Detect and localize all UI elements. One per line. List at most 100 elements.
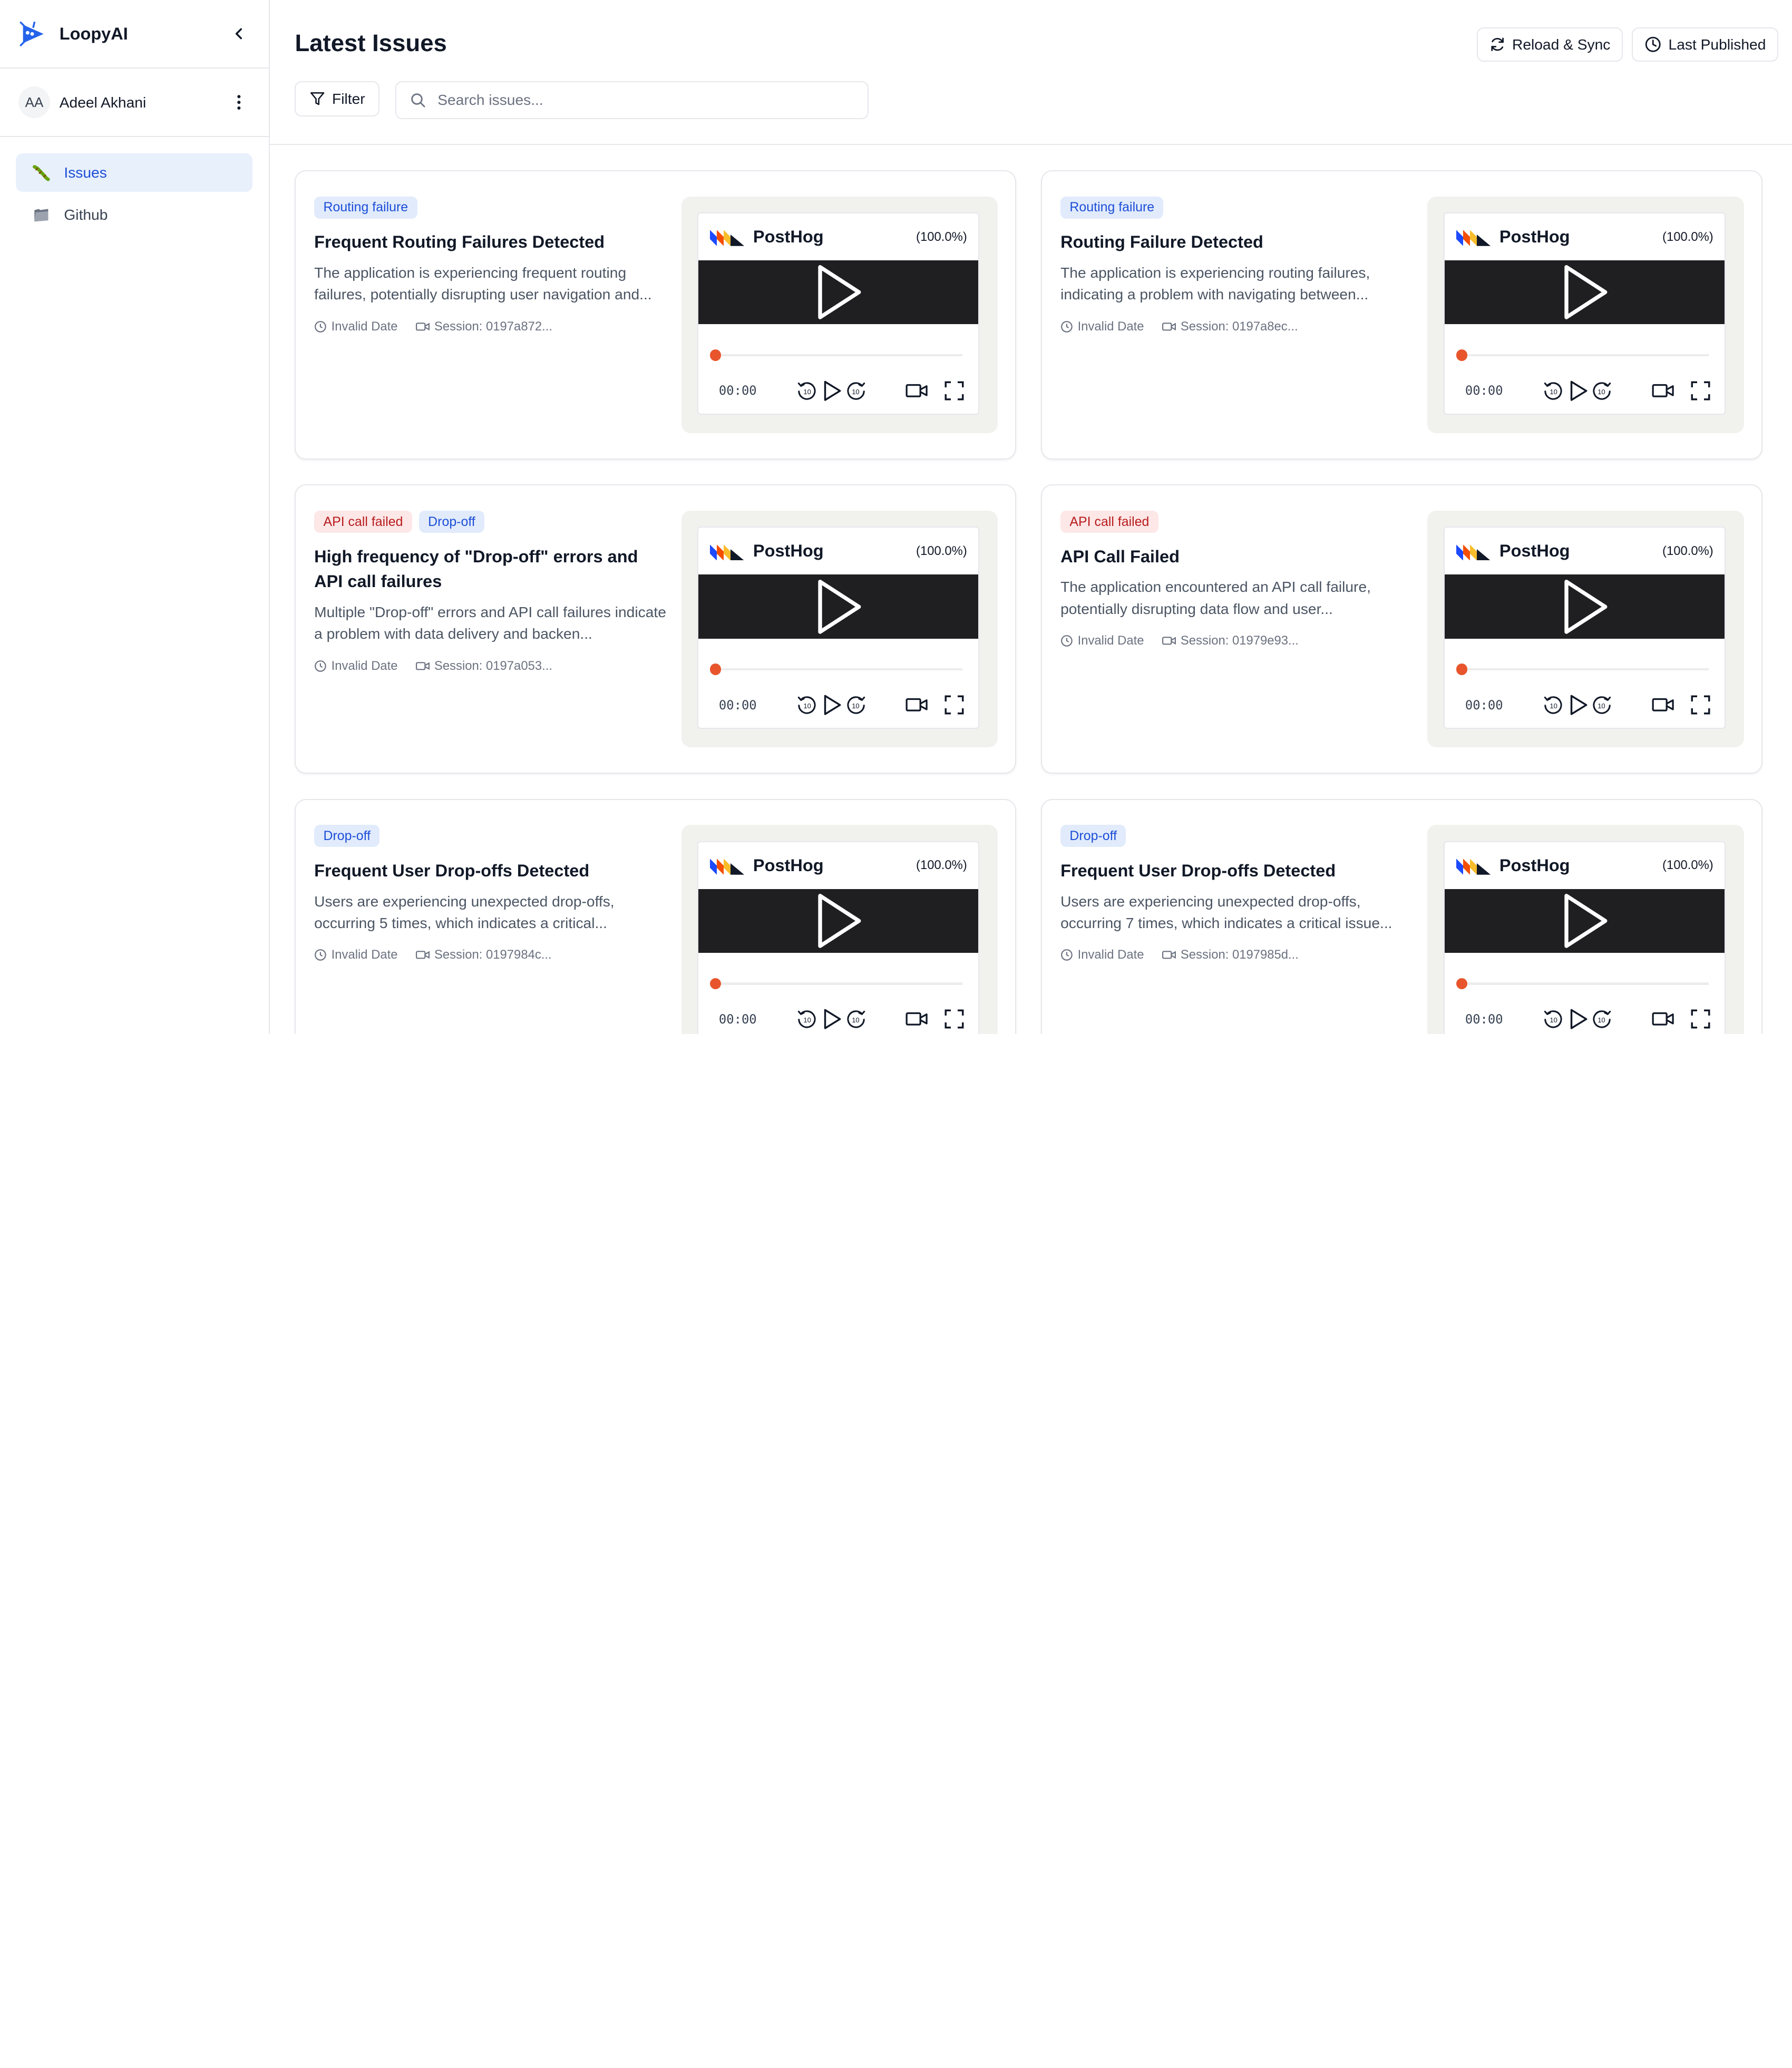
- svg-text:10: 10: [852, 1016, 859, 1024]
- player-seek-handle[interactable]: [709, 664, 722, 676]
- player-screen[interactable]: [698, 260, 979, 325]
- forward-10-button[interactable]: 10: [1592, 381, 1612, 401]
- issue-description: Multiple "Drop-off" errors and API call …: [314, 603, 666, 642]
- sidebar-item-issues[interactable]: Issues: [16, 153, 253, 192]
- camera-button[interactable]: [905, 1010, 928, 1028]
- sidebar-nav: Issues Github: [0, 137, 269, 253]
- collapse-sidebar-button[interactable]: [228, 22, 250, 45]
- rewind-10-button[interactable]: 10: [796, 381, 817, 401]
- play-button[interactable]: [1568, 1008, 1589, 1030]
- issue-title[interactable]: Frequent User Drop-offs Detected: [1060, 859, 1415, 884]
- fullscreen-button[interactable]: [944, 381, 965, 401]
- fullscreen-button[interactable]: [944, 695, 965, 715]
- issue-tag[interactable]: API call failed: [1060, 511, 1158, 533]
- player-screen[interactable]: [1444, 889, 1725, 953]
- rewind-10-button[interactable]: 10: [1543, 1009, 1563, 1029]
- play-button[interactable]: [1568, 694, 1589, 716]
- player-seekbar[interactable]: [1456, 349, 1709, 361]
- issue-title[interactable]: High frequency of "Drop-off" errors and …: [314, 544, 668, 594]
- forward-10-button[interactable]: 10: [846, 1009, 866, 1029]
- video-icon: [416, 322, 430, 331]
- player-screen[interactable]: [698, 574, 979, 639]
- camera-button[interactable]: [1652, 382, 1674, 400]
- player-controls: 00:00 10 10: [719, 378, 965, 403]
- user-menu-button[interactable]: [228, 91, 250, 113]
- player-seek-handle[interactable]: [1456, 664, 1468, 676]
- issue-session-text: Session: 0197a053...: [434, 658, 552, 673]
- play-button[interactable]: [1568, 379, 1589, 402]
- fullscreen-button[interactable]: [1690, 381, 1711, 401]
- issue-tag[interactable]: Drop-off: [314, 825, 380, 847]
- fullscreen-button[interactable]: [1690, 1009, 1711, 1029]
- issue-card[interactable]: API call failed Drop-off High frequency o…: [295, 484, 1016, 774]
- player-seek-handle[interactable]: [1456, 349, 1468, 361]
- issue-tag[interactable]: Routing failure: [314, 196, 417, 219]
- issue-card[interactable]: Routing failure Frequent Routing Failure…: [295, 170, 1016, 460]
- fullscreen-button[interactable]: [1690, 695, 1711, 715]
- issue-title[interactable]: Routing Failure Detected: [1060, 230, 1415, 255]
- rewind-10-button[interactable]: 10: [1543, 695, 1563, 715]
- issue-title[interactable]: Frequent Routing Failures Detected: [314, 230, 668, 255]
- issue-card[interactable]: Routing failure Routing Failure Detected…: [1041, 170, 1762, 460]
- player-seekbar[interactable]: [709, 664, 963, 676]
- player-seekbar[interactable]: [1456, 978, 1709, 990]
- player-controls: 00:00 10 10: [719, 1007, 965, 1032]
- issue-tag[interactable]: API call failed: [314, 511, 412, 533]
- clock-icon: [1061, 635, 1073, 647]
- camera-button[interactable]: [905, 696, 928, 714]
- issue-tag[interactable]: Drop-off: [418, 511, 485, 533]
- last-published-button[interactable]: Last Published: [1632, 27, 1779, 62]
- search-input[interactable]: [437, 91, 854, 109]
- rewind-10-button[interactable]: 10: [796, 695, 817, 715]
- issue-card[interactable]: API call failed API Call Failed The appl…: [1041, 484, 1762, 774]
- issue-date-text: Invalid Date: [1077, 948, 1144, 962]
- sidebar: LoopyAI AA Adeel Akhani Issues Github: [0, 0, 270, 1035]
- session-replay-panel: PostHog (100.0%) 00:00 10 10: [681, 196, 998, 433]
- video-icon: [416, 661, 430, 670]
- issue-card[interactable]: Drop-off Frequent User Drop-offs Detecte…: [295, 798, 1016, 1035]
- player-seekbar[interactable]: [709, 978, 963, 990]
- forward-10-button[interactable]: 10: [846, 381, 866, 401]
- player-brand: PostHog: [1499, 227, 1570, 247]
- player-seek-handle[interactable]: [709, 978, 722, 990]
- player-screen[interactable]: [1444, 260, 1725, 325]
- camera-button[interactable]: [1652, 696, 1674, 714]
- avatar[interactable]: AA: [18, 86, 51, 119]
- sidebar-item-github[interactable]: Github: [16, 196, 252, 235]
- forward-10-icon: 10: [1593, 1010, 1611, 1028]
- rewind-10-button[interactable]: 10: [1543, 381, 1563, 401]
- play-button[interactable]: [822, 379, 842, 402]
- camera-button[interactable]: [905, 382, 928, 400]
- player-seekbar[interactable]: [1456, 664, 1709, 676]
- player-seek-handle[interactable]: [1456, 978, 1468, 990]
- forward-10-icon: 10: [846, 382, 865, 400]
- issue-date: Invalid Date: [314, 319, 398, 334]
- player-seek-handle[interactable]: [709, 349, 722, 361]
- issue-session-text: Session: 01979e93...: [1180, 633, 1299, 648]
- issue-tag[interactable]: Drop-off: [1060, 825, 1126, 847]
- player-screen[interactable]: [1444, 574, 1725, 639]
- play-button[interactable]: [822, 694, 842, 716]
- filter-button[interactable]: Filter: [295, 81, 379, 117]
- reload-sync-button[interactable]: Reload & Sync: [1476, 27, 1623, 62]
- rewind-10-icon: 10: [798, 382, 816, 400]
- rewind-10-button[interactable]: 10: [796, 1009, 817, 1029]
- player-screen[interactable]: [698, 889, 979, 953]
- player-seekbar[interactable]: [709, 349, 963, 361]
- issue-title[interactable]: API Call Failed: [1060, 544, 1415, 570]
- filter-icon: [310, 92, 325, 105]
- issue-grid: Routing failure Frequent Routing Failure…: [270, 145, 1792, 1035]
- play-button[interactable]: [822, 1008, 842, 1030]
- issue-info: Drop-off Frequent User Drop-offs Detecte…: [314, 825, 668, 962]
- camera-button[interactable]: [1652, 1010, 1674, 1028]
- issue-card[interactable]: Drop-off Frequent User Drop-offs Detecte…: [1041, 798, 1762, 1035]
- forward-10-button[interactable]: 10: [846, 695, 866, 715]
- fullscreen-button[interactable]: [944, 1009, 965, 1029]
- forward-10-button[interactable]: 10: [1592, 695, 1612, 715]
- issue-date-text: Invalid Date: [331, 319, 398, 334]
- play-icon: [818, 265, 861, 320]
- issue-title[interactable]: Frequent User Drop-offs Detected: [314, 859, 668, 884]
- svg-text:10: 10: [1550, 1016, 1557, 1024]
- forward-10-button[interactable]: 10: [1592, 1009, 1612, 1029]
- issue-tag[interactable]: Routing failure: [1060, 196, 1164, 219]
